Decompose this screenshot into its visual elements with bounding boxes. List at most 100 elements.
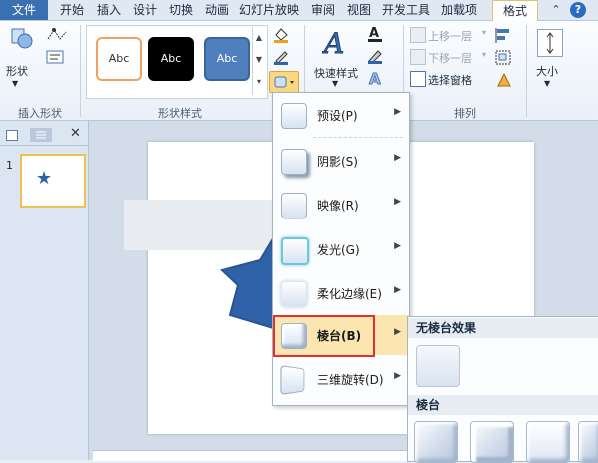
submenu-arrow-icon: ▶ <box>394 371 401 381</box>
shape-effects-menu: 预设(P) ▶ 阴影(S) ▶ 映像(R) ▶ 发光(G) ▶ 柔化边缘(E) … <box>272 92 410 406</box>
send-backward-dropdown-icon: ▾ <box>482 50 487 59</box>
svg-text:A: A <box>322 27 344 59</box>
menu-item-reflection[interactable]: 映像(R) ▶ <box>273 185 409 225</box>
menu-item-label: 棱台(B) <box>317 329 362 343</box>
preset-icon <box>281 103 307 129</box>
tab-addins[interactable]: 加载项 <box>436 0 482 20</box>
shadow-icon <box>281 149 307 175</box>
bevel-icon <box>281 323 307 349</box>
shape-effects-button[interactable] <box>269 71 299 93</box>
size-label[interactable]: 大小 <box>536 63 558 79</box>
shape-styles-group-label: 形状样式 <box>158 107 202 120</box>
send-backward-label[interactable]: 下移一层 <box>428 50 472 66</box>
submenu-arrow-icon: ▶ <box>394 107 401 117</box>
ribbon-tab-bar: 文件 开始 插入 设计 切换 动画 幻灯片放映 审阅 视图 开发工具 加载项 格… <box>0 0 598 22</box>
bring-forward-icon <box>410 27 426 43</box>
text-box-icon[interactable] <box>46 49 70 65</box>
menu-item-label: 映像(R) <box>317 199 359 213</box>
selection-pane-icon <box>410 71 426 87</box>
rotate-icon[interactable] <box>494 71 516 89</box>
text-effects-icon[interactable]: A <box>366 69 390 89</box>
tab-slideshow[interactable]: 幻灯片放映 <box>236 0 302 20</box>
no-bevel-option[interactable] <box>416 345 460 387</box>
tab-design[interactable]: 设计 <box>128 0 162 20</box>
submenu-arrow-icon: ▶ <box>394 153 401 163</box>
no-bevel-header: 无棱台效果 <box>408 318 598 338</box>
menu-item-label: 阴影(S) <box>317 155 358 169</box>
tab-file[interactable]: 文件 <box>0 0 48 20</box>
shape-style-option[interactable]: Abc <box>204 37 250 81</box>
pane-tabs: ✕ <box>0 125 88 146</box>
reflection-icon <box>281 193 307 219</box>
soft-edges-icon <box>281 281 307 307</box>
arrange-group-label: 排列 <box>454 107 476 120</box>
shapes-icon[interactable] <box>10 27 34 49</box>
bevel-header: 棱台 <box>408 395 598 415</box>
menu-item-3d-rotation[interactable]: 三维旋转(D) ▶ <box>273 359 409 399</box>
minimize-ribbon-icon[interactable]: ⌃ <box>548 2 564 18</box>
menu-item-label: 柔化边缘(E) <box>317 287 382 301</box>
wordart-icon[interactable]: A <box>321 25 352 61</box>
bring-forward-dropdown-icon: ▾ <box>482 28 487 37</box>
glow-icon <box>281 237 309 265</box>
close-pane-icon[interactable]: ✕ <box>70 126 81 141</box>
edit-shape-icon[interactable] <box>46 27 70 43</box>
tab-review[interactable]: 审阅 <box>306 0 340 20</box>
tab-transition[interactable]: 切换 <box>164 0 198 20</box>
submenu-arrow-icon: ▶ <box>394 197 401 207</box>
size-dropdown-icon[interactable]: ▼ <box>544 79 550 88</box>
shape-fill-icon[interactable] <box>272 27 292 43</box>
group-objects-icon[interactable] <box>494 49 516 67</box>
tab-view[interactable]: 视图 <box>342 0 376 20</box>
tab-animation[interactable]: 动画 <box>200 0 234 20</box>
tab-developer[interactable]: 开发工具 <box>378 0 434 20</box>
send-backward-icon <box>410 49 426 65</box>
menu-item-shadow[interactable]: 阴影(S) ▶ <box>273 141 409 181</box>
menu-item-glow[interactable]: 发光(G) ▶ <box>273 229 409 269</box>
slide-thumbnail[interactable]: ★ <box>20 154 86 208</box>
menu-item-label: 预设(P) <box>317 109 358 123</box>
bevel-option-circle[interactable] <box>414 421 458 463</box>
submenu-arrow-icon: ▶ <box>394 327 401 337</box>
submenu-arrow-icon: ▶ <box>394 241 401 251</box>
selection-pane-label[interactable]: 选择窗格 <box>428 72 472 88</box>
menu-item-label: 三维旋转(D) <box>317 373 384 387</box>
menu-item-bevel[interactable]: 棱台(B) ▶ <box>273 315 409 357</box>
thumbnail-star-icon: ★ <box>36 168 53 189</box>
bevel-option-cross[interactable] <box>526 421 570 463</box>
bring-forward-label[interactable]: 上移一层 <box>428 28 472 44</box>
text-outline-icon[interactable] <box>366 47 390 65</box>
shapes-dropdown-icon[interactable]: ▼ <box>12 79 18 88</box>
tab-format[interactable]: 格式 <box>492 0 538 22</box>
quick-styles-dropdown-icon[interactable]: ▼ <box>332 79 338 88</box>
svg-text:A: A <box>369 70 381 87</box>
align-icon[interactable] <box>494 27 516 45</box>
tab-insert[interactable]: 插入 <box>92 0 126 20</box>
insert-shapes-group-label: 插入形状 <box>18 107 62 120</box>
slide-number: 1 <box>6 159 13 172</box>
gallery-scroll[interactable]: ▲ ▼ ▾ <box>252 27 265 95</box>
submenu-arrow-icon: ▶ <box>394 285 401 295</box>
shape-style-option[interactable]: Abc <box>148 37 194 81</box>
bevel-submenu: 无棱台效果 棱台 <box>407 316 598 463</box>
star-shape[interactable] <box>219 230 282 332</box>
menu-item-label: 发光(G) <box>317 243 360 257</box>
bevel-option-cool-slant[interactable] <box>578 421 598 463</box>
bevel-option-relaxed-inset[interactable] <box>470 421 514 463</box>
group-divider <box>80 25 81 117</box>
3d-rotation-icon <box>280 364 305 396</box>
shape-style-option[interactable]: Abc <box>96 37 142 81</box>
menu-item-preset[interactable]: 预设(P) ▶ <box>273 95 409 135</box>
svg-text:A: A <box>369 26 379 41</box>
text-fill-icon[interactable]: A <box>366 25 390 43</box>
tab-start[interactable]: 开始 <box>54 0 90 20</box>
shape-outline-icon[interactable] <box>272 49 292 65</box>
menu-separator <box>313 137 403 138</box>
menu-item-soft-edges[interactable]: 柔化边缘(E) ▶ <box>273 273 409 313</box>
shapes-label[interactable]: 形状 <box>6 63 28 79</box>
outline-tab-icon[interactable] <box>30 128 52 142</box>
size-icon[interactable] <box>537 29 563 57</box>
help-icon[interactable]: ? <box>570 2 586 18</box>
slides-tab-icon[interactable] <box>6 130 18 141</box>
group-divider <box>526 25 527 117</box>
